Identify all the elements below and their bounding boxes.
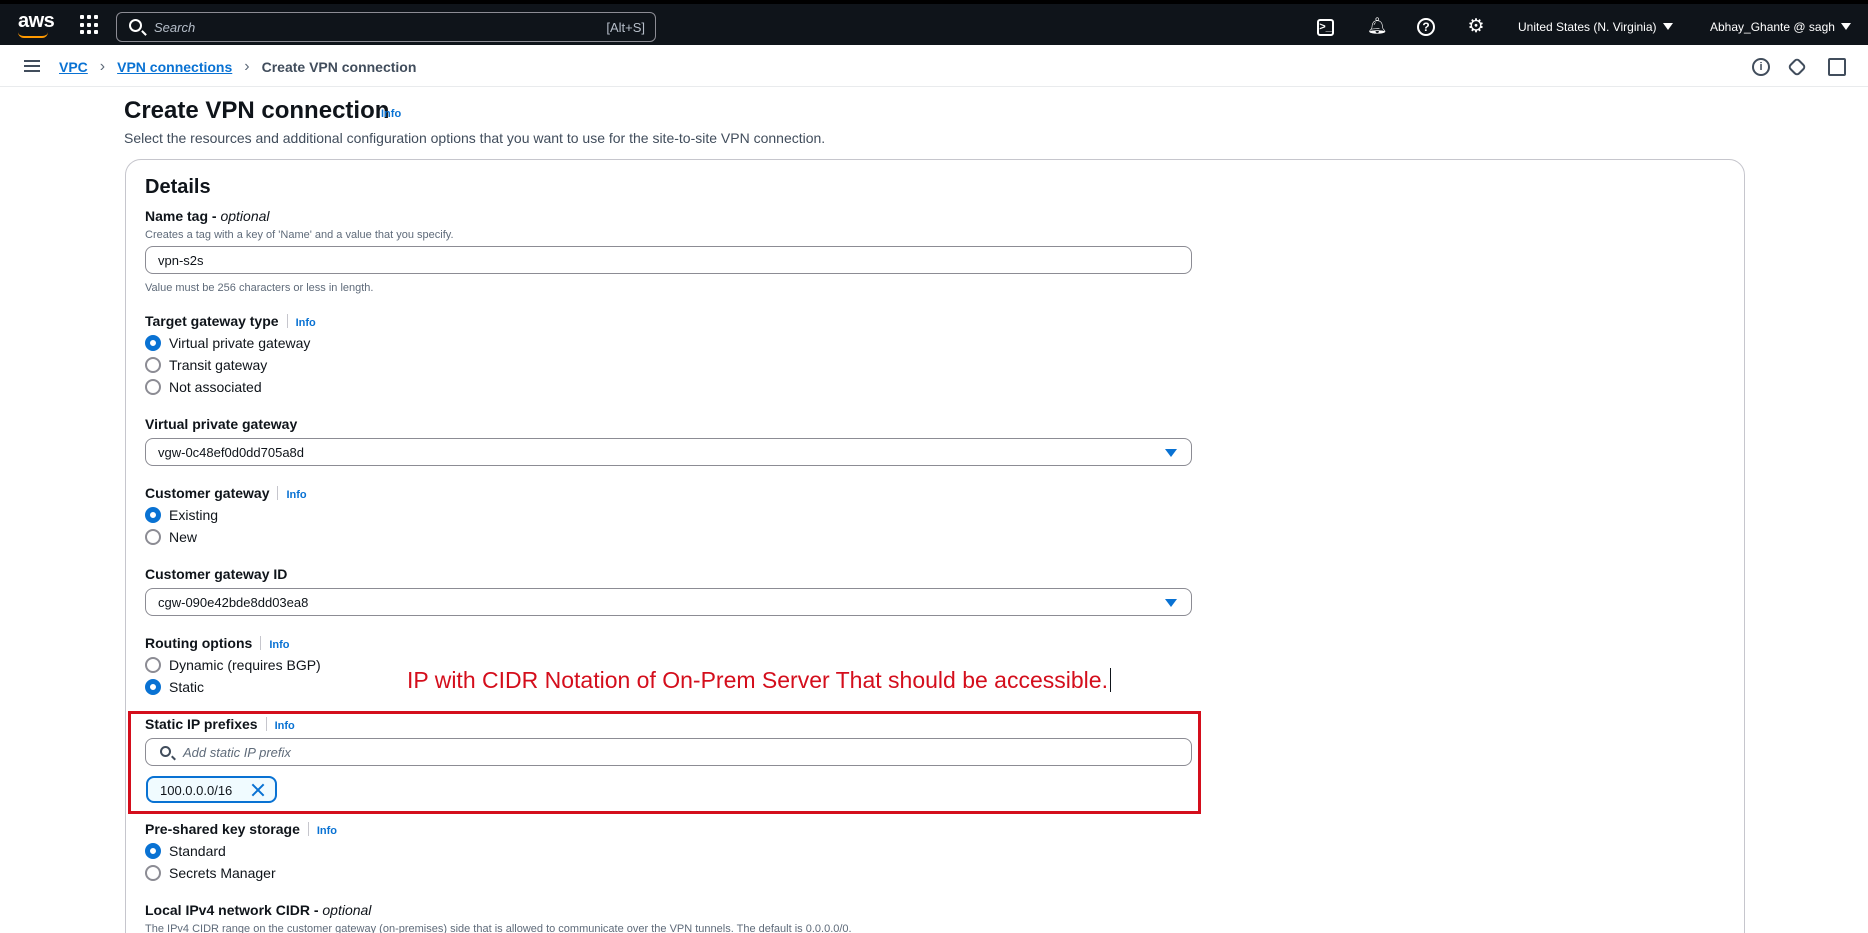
services-grid-icon[interactable]: [80, 15, 100, 35]
page-description: Select the resources and additional conf…: [124, 130, 826, 146]
routing-options-label: Routing options Info: [145, 635, 290, 651]
customer-gateway-info-link[interactable]: Info: [286, 489, 306, 501]
breadcrumb-bar: VPC › VPN connections › Create VPN conne…: [0, 45, 1868, 87]
page-title: Create VPN connection: [124, 97, 390, 124]
settings-gear-icon[interactable]: ⚙: [1466, 17, 1486, 37]
name-tag-label: Name tag - optional: [145, 208, 270, 224]
breadcrumb-current: Create VPN connection: [261, 59, 417, 75]
radio-selected-icon: [145, 679, 161, 695]
radio-virtual-private-gateway[interactable]: Virtual private gateway: [145, 335, 310, 351]
radio-secrets-manager[interactable]: Secrets Manager: [145, 865, 276, 881]
radio-static[interactable]: Static: [145, 679, 204, 695]
radio-standard[interactable]: Standard: [145, 843, 226, 859]
breadcrumb-vpn-connections[interactable]: VPN connections: [117, 59, 232, 75]
psk-storage-label: Pre-shared key storage Info: [145, 821, 338, 837]
remove-token-close-icon[interactable]: [250, 782, 266, 798]
static-ip-token: 100.0.0.0/16: [146, 776, 277, 803]
virtual-private-gateway-value: vgw-0c48ef0d0dd705a8d: [158, 445, 305, 460]
radio-dynamic-bgp[interactable]: Dynamic (requires BGP): [145, 657, 321, 673]
static-ip-placeholder: Add static IP prefix: [183, 745, 291, 760]
notifications-bell-icon[interactable]: 🔔︎: [1367, 17, 1387, 37]
local-ipv4-cidr-label: Local IPv4 network CIDR - optional: [145, 902, 372, 918]
account-menu[interactable]: Abhay_Ghante @ sagh: [1710, 20, 1851, 34]
details-title: Details: [145, 176, 211, 198]
static-ip-info-link[interactable]: Info: [275, 720, 295, 732]
details-panel: [125, 159, 1745, 933]
feedback-icon[interactable]: [1787, 57, 1807, 77]
breadcrumb: VPC › VPN connections › Create VPN conne…: [59, 58, 416, 76]
dropdown-caret-icon: [1165, 449, 1177, 457]
chevron-right-icon: ›: [99, 58, 106, 75]
customer-gateway-id-select[interactable]: cgw-090e42bde8dd03ea8: [145, 588, 1192, 616]
annotation-text: IP with CIDR Notation of On-Prem Server …: [407, 667, 1111, 694]
radio-new[interactable]: New: [145, 529, 197, 545]
account-label: Abhay_Ghante @ sagh: [1710, 20, 1835, 34]
caret-down-icon: [1840, 23, 1851, 30]
customer-gateway-id-value: cgw-090e42bde8dd03ea8: [158, 595, 309, 610]
routing-options-info-link[interactable]: Info: [269, 639, 289, 651]
virtual-private-gateway-label: Virtual private gateway: [145, 416, 298, 432]
name-tag-constraint: Value must be 256 characters or less in …: [145, 282, 374, 294]
search-shortcut: [Alt+S]: [606, 20, 645, 35]
radio-not-associated[interactable]: Not associated: [145, 379, 262, 395]
region-selector[interactable]: United States (N. Virginia): [1518, 20, 1673, 34]
radio-unselected-icon: [145, 529, 161, 545]
radio-unselected-icon: [145, 657, 161, 673]
radio-transit-gateway[interactable]: Transit gateway: [145, 357, 267, 373]
radio-unselected-icon: [145, 379, 161, 395]
static-ip-prefix-input[interactable]: Add static IP prefix: [145, 738, 1192, 766]
search-placeholder: Search: [154, 20, 196, 35]
target-gateway-info-link[interactable]: Info: [296, 317, 316, 329]
target-gateway-type-label: Target gateway type Info: [145, 313, 316, 329]
static-ip-prefixes-label: Static IP prefixes Info: [145, 716, 295, 732]
dropdown-caret-icon: [1165, 599, 1177, 607]
static-ip-token-value: 100.0.0.0/16: [160, 783, 233, 798]
caret-down-icon: [1662, 23, 1673, 30]
info-panel-icon[interactable]: i: [1752, 58, 1770, 76]
local-ipv4-cidr-hint: The IPv4 CIDR range on the customer gate…: [145, 923, 852, 933]
global-search-input[interactable]: Search [Alt+S]: [116, 12, 656, 42]
top-navigation: aws Search [Alt+S] >_ 🔔︎ ? ⚙ United Stat…: [0, 0, 1868, 45]
help-icon[interactable]: ?: [1417, 18, 1435, 36]
aws-logo[interactable]: aws: [18, 10, 55, 33]
name-tag-input[interactable]: vpn-s2s: [145, 246, 1192, 274]
breadcrumb-vpc[interactable]: VPC: [59, 59, 88, 75]
radio-unselected-icon: [145, 865, 161, 881]
tutorial-panel-icon[interactable]: [1828, 58, 1846, 76]
customer-gateway-label: Customer gateway Info: [145, 485, 307, 501]
name-tag-hint: Creates a tag with a key of 'Name' and a…: [145, 229, 454, 241]
chevron-right-icon: ›: [244, 58, 250, 75]
radio-selected-icon: [145, 507, 161, 523]
aws-logo-smile-icon: [18, 32, 48, 38]
page-info-link[interactable]: Info: [381, 108, 401, 120]
radio-selected-icon: [145, 335, 161, 351]
menu-hamburger-icon[interactable]: [24, 60, 40, 72]
customer-gateway-id-label: Customer gateway ID: [145, 566, 288, 582]
region-label: United States (N. Virginia): [1518, 20, 1657, 34]
cloudshell-icon[interactable]: >_: [1317, 19, 1334, 36]
radio-selected-icon: [145, 843, 161, 859]
virtual-private-gateway-select[interactable]: vgw-0c48ef0d0dd705a8d: [145, 438, 1192, 466]
search-icon: [160, 746, 171, 757]
radio-unselected-icon: [145, 357, 161, 373]
psk-storage-info-link[interactable]: Info: [317, 825, 337, 837]
search-icon: [129, 19, 142, 32]
radio-existing[interactable]: Existing: [145, 507, 218, 523]
